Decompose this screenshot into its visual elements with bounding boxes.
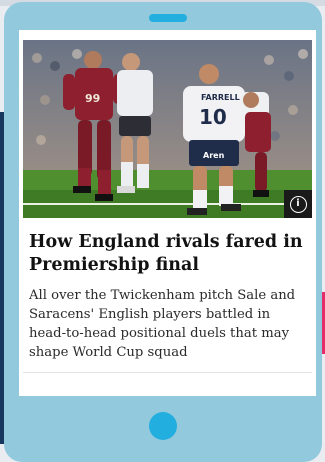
red-shirt-number: 99 bbox=[85, 92, 100, 105]
shirt-name: FARRELL bbox=[201, 93, 240, 102]
info-icon: i bbox=[289, 195, 307, 213]
card-divider bbox=[23, 372, 312, 373]
shirt-number: 10 bbox=[199, 105, 227, 129]
rugby-match-photo: 99 FARRELL 10 Aren bbox=[23, 40, 312, 218]
phone-home-button[interactable] bbox=[149, 412, 177, 440]
article-photo[interactable]: 99 FARRELL 10 Aren i bbox=[23, 40, 312, 218]
article-standfirst: All over the Twickenham pitch Sale and S… bbox=[29, 288, 296, 360]
phone-speaker bbox=[149, 14, 187, 22]
article-headline[interactable]: How England rivals fared in Premiership … bbox=[29, 231, 307, 277]
info-button[interactable]: i bbox=[284, 190, 312, 218]
shirt-sponsor: Aren bbox=[203, 151, 225, 160]
article-card[interactable]: 99 FARRELL 10 Aren i How England rivals … bbox=[19, 30, 316, 396]
